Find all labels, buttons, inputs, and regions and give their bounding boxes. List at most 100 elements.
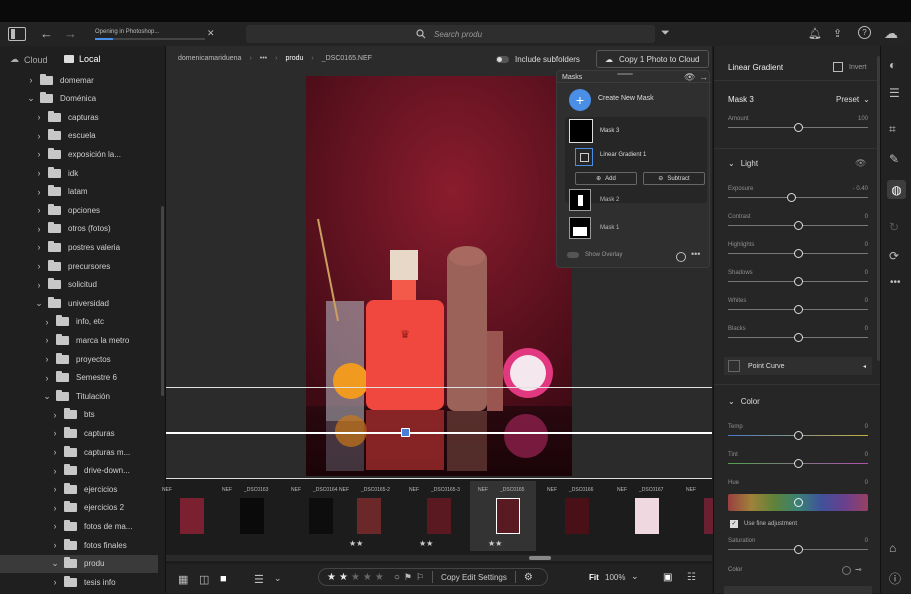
sidebar-scrollbar[interactable] — [161, 206, 164, 396]
sliders-tool-icon[interactable]: ☰ — [889, 86, 900, 100]
chevron-right-icon[interactable]: › — [50, 577, 60, 587]
filmstrip-item[interactable]: NEF _DSC0166 — [539, 481, 605, 551]
cloud-icon[interactable]: ☁ — [884, 25, 898, 42]
slider-tint[interactable]: Tint 0 — [728, 452, 868, 472]
flag-icon[interactable]: ⚑ — [404, 572, 412, 583]
tree-folder-14[interactable]: › marca la metro — [0, 331, 158, 349]
zoom-chevron-icon[interactable]: ⌄ — [631, 571, 639, 582]
cancel-progress-icon[interactable]: ✕ — [207, 28, 215, 39]
mask2-label[interactable]: Mask 2 — [600, 197, 619, 203]
tree-folder-11[interactable]: › solicitud — [0, 276, 158, 294]
star-icon[interactable]: ★ — [339, 572, 348, 583]
tree-folder-10[interactable]: › precursores — [0, 257, 158, 275]
star-rating[interactable]: ★ ★ ★ ★ ★ — [327, 572, 384, 583]
chevron-down-icon[interactable]: ⌄ — [42, 391, 52, 402]
linear-gradient-label[interactable]: Linear Gradient 1 — [600, 152, 646, 158]
detail-view-icon[interactable]: ■ — [220, 573, 227, 585]
history-icon[interactable]: ↻ — [889, 220, 899, 234]
bell-icon[interactable]: 🔔︎ — [808, 27, 822, 40]
chevron-down-icon[interactable]: ⌄ — [50, 558, 60, 569]
filter-icon[interactable]: ⏷ — [661, 27, 670, 40]
copy-edit-settings-button[interactable]: Copy Edit Settings — [441, 573, 507, 582]
chevron-right-icon[interactable]: › — [34, 149, 44, 159]
adjust-sliders-icon[interactable]: ☷ — [687, 572, 696, 583]
tree-folder-4[interactable]: › exposición la... — [0, 145, 158, 163]
photo-thumbnail[interactable] — [496, 498, 520, 534]
gradient-line-top[interactable] — [166, 387, 712, 388]
info-icon[interactable]: ⓘ — [889, 570, 901, 587]
heal-tool-icon[interactable]: ✎ — [889, 152, 899, 166]
chevron-right-icon[interactable]: › — [34, 242, 44, 252]
add-mask-button[interactable]: ⊕ Add — [575, 172, 637, 185]
photo-thumbnail[interactable] — [565, 498, 589, 534]
saturation-knob[interactable] — [794, 545, 803, 554]
photo-canvas[interactable]: ♛ — [306, 76, 572, 476]
tree-folder-17[interactable]: ⌄ Titulación — [0, 387, 158, 405]
chevron-right-icon[interactable]: › — [42, 317, 52, 327]
mask3-label[interactable]: Mask 3 — [600, 128, 619, 134]
star-icon[interactable]: ★ — [351, 572, 360, 583]
chevron-right-icon[interactable]: › — [34, 131, 44, 141]
toggle-switch[interactable] — [496, 56, 509, 63]
chevron-right-icon[interactable]: › — [34, 112, 44, 122]
chevron-down-icon[interactable]: ⌄ — [34, 298, 44, 309]
tree-folder-3[interactable]: › escuela — [0, 127, 158, 145]
hue-value[interactable]: 0 — [865, 480, 868, 486]
reject-icon[interactable]: ○ — [394, 572, 400, 583]
chevron-right-icon[interactable]: › — [50, 410, 60, 420]
zoom-level[interactable]: 100% — [605, 573, 625, 582]
slider-value[interactable]: 0 — [865, 452, 868, 458]
color-swatch-icon[interactable] — [842, 566, 851, 575]
saturation-value[interactable]: 0 — [865, 538, 868, 544]
saturation-slider[interactable]: Saturation 0 — [728, 538, 868, 558]
gradient-line-center[interactable] — [166, 432, 712, 434]
tree-folder-20[interactable]: › capturas m... — [0, 443, 158, 461]
mask1-thumbnail[interactable] — [569, 217, 591, 239]
chevron-right-icon[interactable]: › — [26, 75, 36, 85]
tree-folder-23[interactable]: › ejercicios 2 — [0, 499, 158, 517]
photo-thumbnail[interactable] — [309, 498, 333, 534]
panel-drag-handle[interactable] — [617, 73, 633, 75]
tree-folder-21[interactable]: › drive-down... — [0, 462, 158, 480]
tree-folder-24[interactable]: › fotos de ma... — [0, 517, 158, 535]
chevron-right-icon[interactable]: › — [34, 224, 44, 234]
tree-folder-13[interactable]: › info, etc — [0, 313, 158, 331]
tree-folder-19[interactable]: › capturas — [0, 424, 158, 442]
unflag-icon[interactable]: ⚐ — [416, 572, 424, 583]
tree-folder-5[interactable]: › idk — [0, 164, 158, 182]
eyedropper-icon[interactable]: ⊸ — [855, 565, 862, 574]
tree-folder-25[interactable]: › fotos finales — [0, 536, 158, 554]
star-icon[interactable]: ★ — [327, 572, 336, 583]
photo-thumbnail[interactable] — [180, 498, 204, 534]
collapse-arrow-icon[interactable]: → — [699, 72, 708, 82]
star-icon[interactable]: ★ — [363, 572, 372, 583]
crop-tool-icon[interactable]: ⌗ — [889, 122, 896, 137]
chevron-right-icon[interactable]: › — [34, 187, 44, 197]
chevron-right-icon[interactable]: › — [50, 428, 60, 438]
back-arrow-icon[interactable]: ← — [40, 26, 53, 41]
search-input[interactable]: Search produ — [434, 30, 482, 39]
slider-knob[interactable] — [793, 459, 803, 468]
breadcrumb-root[interactable]: domenicamariduena — [178, 55, 241, 62]
show-overlay-toggle[interactable]: Show Overlay — [567, 252, 622, 258]
settings-gear-icon[interactable]: ⚙ — [524, 572, 533, 583]
hue-knob[interactable] — [794, 498, 803, 507]
mask1-label[interactable]: Mask 1 — [600, 225, 619, 231]
help-icon[interactable]: ? — [858, 26, 871, 39]
tab-cloud[interactable]: ☁ Cloud — [10, 54, 48, 65]
linear-gradient-icon[interactable] — [575, 148, 593, 166]
share-icon[interactable]: ⇪ — [833, 27, 842, 40]
chevron-right-icon[interactable]: › — [42, 335, 52, 345]
tree-folder-12[interactable]: ⌄ universidad — [0, 294, 158, 312]
tree-folder-9[interactable]: › postres valeria — [0, 238, 158, 256]
tree-folder-6[interactable]: › latam — [0, 183, 158, 201]
filmstrip-item[interactable]: NEF _DSC0167 — [609, 481, 675, 551]
chevron-right-icon[interactable]: › — [50, 447, 60, 457]
sort-icon[interactable]: ☰ — [254, 573, 264, 586]
filmstrip-item[interactable]: NEF _DSC0163 — [214, 481, 280, 551]
subtract-mask-button[interactable]: ⊖ Subtract — [643, 172, 705, 185]
fit-button[interactable]: Fit — [589, 573, 599, 582]
tree-folder-16[interactable]: › Semestre 6 — [0, 369, 158, 387]
gradient-center-handle[interactable] — [401, 428, 410, 437]
chevron-right-icon[interactable]: › — [50, 503, 60, 513]
